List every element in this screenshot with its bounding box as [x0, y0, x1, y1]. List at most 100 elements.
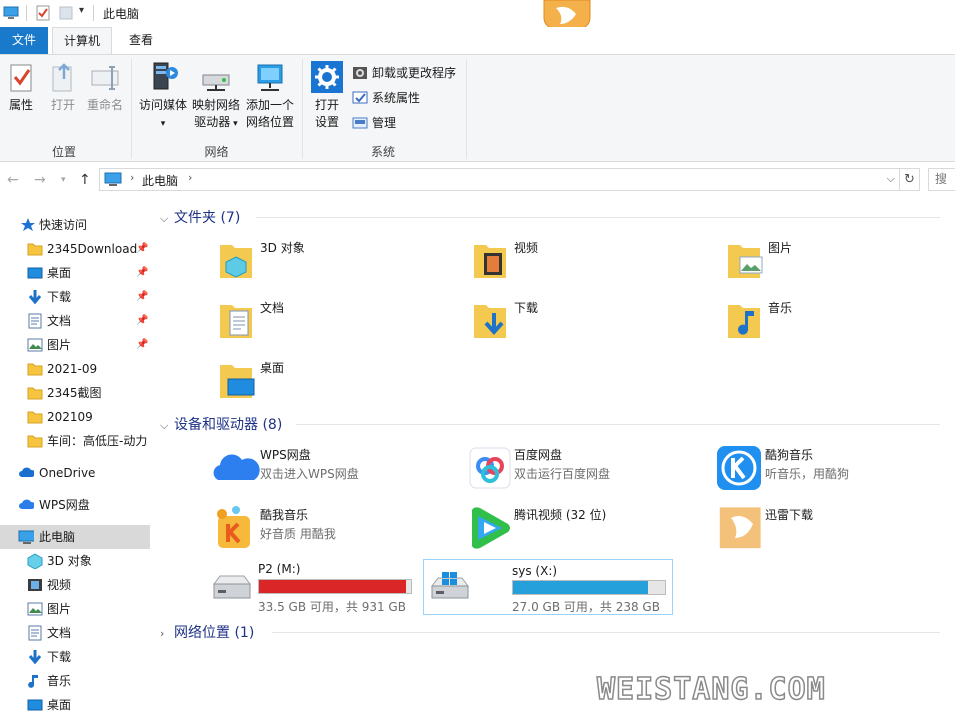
sidebar-item-pictures[interactable]: 图片: [0, 597, 150, 621]
address-bar[interactable]: › 此电脑 › ⌵: [99, 168, 900, 191]
folder-name: 音乐: [768, 301, 793, 315]
access-media-button[interactable]: 访问媒体 ▾: [138, 61, 188, 133]
desktop-icon: [27, 267, 43, 279]
device-baidu-netdisk[interactable]: 百度网盘 双击运行百度网盘: [458, 440, 698, 496]
chevron-down-icon[interactable]: ⌵: [160, 419, 174, 433]
sidebar-item-downloads[interactable]: 下载: [0, 645, 150, 669]
navigation-bar: ← → ▾ ↑ › 此电脑 › ⌵ ↻ 搜: [0, 163, 955, 197]
pin-icon[interactable]: 📌: [136, 237, 148, 261]
title-bar: ▾ 此电脑: [0, 0, 955, 32]
sidebar-item-wps-cloud[interactable]: WPS网盘: [0, 493, 150, 517]
drive-usage-fill: [259, 580, 406, 593]
tab-computer[interactable]: 计算机: [52, 27, 112, 55]
system-properties-button[interactable]: 系统属性: [352, 88, 420, 108]
sidebar-item-label: 2345截图: [47, 386, 102, 400]
drive-usage-bar: [258, 579, 412, 594]
properties-icon[interactable]: [35, 5, 51, 21]
sidebar-item-folder[interactable]: 2345截图: [0, 381, 150, 405]
pin-icon[interactable]: 📌: [136, 309, 148, 333]
folder-desktop[interactable]: 桌面: [204, 353, 444, 409]
chevron-right-icon[interactable]: ›: [130, 171, 134, 184]
device-kuwo-music[interactable]: 酷我音乐 好音质 用酷我: [204, 500, 444, 556]
device-kugou-music[interactable]: 酷狗音乐 听音乐，用酷狗: [705, 440, 945, 496]
sidebar-item-folder[interactable]: 车间：高低压-动力: [0, 429, 150, 453]
sidebar-item-folder[interactable]: 202109: [0, 405, 150, 429]
chevron-down-icon: ▾: [160, 119, 166, 129]
sidebar-item-pictures[interactable]: 图片 📌: [0, 333, 150, 357]
device-name: WPS网盘: [260, 448, 311, 462]
sidebar-item-quick-access[interactable]: 快速访问: [0, 213, 150, 237]
pin-icon[interactable]: 📌: [136, 333, 148, 357]
sidebar-item-documents[interactable]: 文档: [0, 621, 150, 645]
folder-downloads[interactable]: 下载: [458, 293, 698, 349]
folder-3d-objects[interactable]: 3D 对象: [204, 233, 444, 289]
open-button[interactable]: 打开: [46, 63, 80, 114]
device-xunlei-download[interactable]: 迅雷下载: [705, 500, 945, 556]
device-tencent-video[interactable]: 腾讯视频 (32 位): [458, 500, 698, 556]
sidebar-item-label: WPS网盘: [39, 498, 90, 512]
sidebar-item-documents[interactable]: 文档 📌: [0, 309, 150, 333]
map-drive-button[interactable]: 映射网络 驱动器 ▾: [190, 61, 242, 133]
sidebar-item-onedrive[interactable]: OneDrive: [0, 461, 150, 485]
sidebar-item-videos[interactable]: 视频: [0, 573, 150, 597]
address-path[interactable]: 此电脑: [142, 172, 178, 189]
rename-button[interactable]: 重命名: [86, 63, 124, 114]
section-title: 网络位置 (1): [174, 625, 255, 641]
device-description: 听音乐，用酷狗: [765, 467, 850, 481]
device-description: 双击进入WPS网盘: [260, 467, 359, 481]
sidebar-item-this-pc[interactable]: 此电脑: [0, 525, 150, 549]
drive-p2-m[interactable]: P2 (M:) 33.5 GB 可用，共 931 GB: [206, 560, 456, 616]
manage-button[interactable]: 管理: [352, 113, 396, 133]
customize-toolbar-icon[interactable]: ▾: [79, 5, 84, 21]
device-wps-cloud[interactable]: WPS网盘 双击进入WPS网盘: [204, 440, 444, 496]
device-name: 腾讯视频 (32 位): [514, 508, 607, 522]
forward-arrow-icon[interactable]: →: [34, 172, 46, 188]
sidebar-item-folder[interactable]: 2021-09: [0, 357, 150, 381]
section-header-network-locations[interactable]: › 网络位置 (1): [160, 622, 940, 642]
chevron-down-icon[interactable]: ⌵: [160, 212, 174, 226]
section-header-folders[interactable]: ⌵ 文件夹 (7): [160, 207, 940, 227]
folder-music[interactable]: 音乐: [712, 293, 952, 349]
sidebar-item-2345download[interactable]: 2345Download 📌: [0, 237, 150, 261]
open-settings-label-2: 设置: [314, 115, 339, 129]
drive-usage-bar: [512, 580, 666, 595]
sidebar-item-label: 桌面: [47, 698, 72, 712]
rename-label: 重命名: [86, 98, 123, 112]
sidebar-item-desktop[interactable]: 桌面: [0, 693, 150, 712]
device-name: 酷狗音乐: [765, 448, 814, 462]
pin-icon[interactable]: 📌: [136, 285, 148, 309]
drive-sys-x[interactable]: sys (X:) 27.0 GB 可用，共 238 GB: [423, 559, 673, 615]
chevron-down-icon[interactable]: ⌵: [887, 172, 895, 186]
sidebar-item-3d-objects[interactable]: 3D 对象: [0, 549, 150, 573]
open-settings-button[interactable]: 打开 设置: [308, 61, 346, 131]
up-arrow-icon[interactable]: ↑: [79, 172, 91, 188]
sidebar-item-desktop[interactable]: 桌面 📌: [0, 261, 150, 285]
search-input[interactable]: 搜: [928, 168, 955, 191]
refresh-icon[interactable]: ↻: [900, 168, 920, 191]
sidebar-item-label: 视频: [47, 578, 72, 592]
pictures-folder-icon: [728, 245, 763, 278]
uninstall-programs-button[interactable]: 卸载或更改程序: [352, 63, 456, 83]
open-icon: [52, 63, 72, 92]
uninstall-label: 卸载或更改程序: [372, 66, 457, 80]
tab-file[interactable]: 文件: [0, 27, 48, 54]
properties-button[interactable]: 属性: [4, 63, 38, 114]
new-folder-icon[interactable]: [58, 5, 74, 21]
computer-icon[interactable]: [3, 5, 19, 21]
sidebar-item-music[interactable]: 音乐: [0, 669, 150, 693]
drive-name: sys (X:): [512, 564, 558, 578]
pin-icon[interactable]: 📌: [136, 261, 148, 285]
section-header-devices[interactable]: ⌵ 设备和驱动器 (8): [160, 414, 940, 434]
chevron-right-icon[interactable]: ›: [160, 627, 174, 640]
recent-locations-chevron-icon[interactable]: ▾: [61, 175, 66, 185]
open-settings-label-1: 打开: [314, 98, 339, 112]
tab-view[interactable]: 查看: [118, 27, 164, 54]
chevron-right-icon[interactable]: ›: [188, 171, 192, 184]
folder-documents[interactable]: 文档: [204, 293, 444, 349]
desktop-folder-icon: [220, 365, 255, 398]
folder-videos[interactable]: 视频: [458, 233, 698, 289]
sidebar-item-downloads[interactable]: 下载 📌: [0, 285, 150, 309]
back-arrow-icon[interactable]: ←: [7, 172, 19, 188]
add-network-location-button[interactable]: 添加一个 网络位置: [244, 61, 296, 131]
folder-pictures[interactable]: 图片: [712, 233, 952, 289]
